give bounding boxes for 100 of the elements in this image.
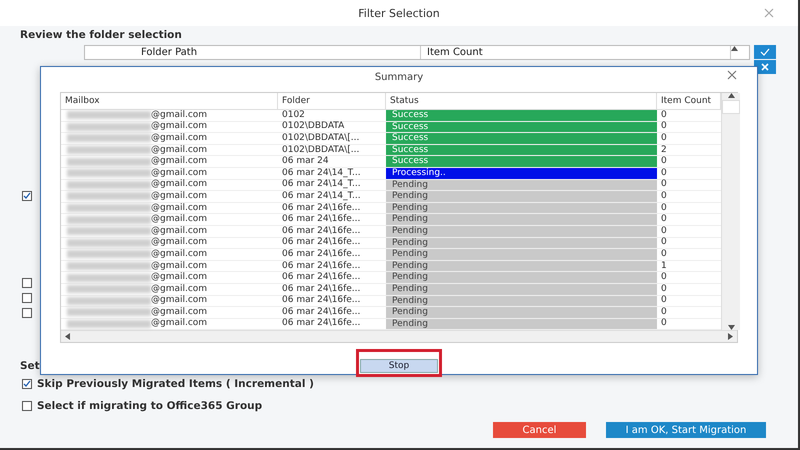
scroll-right-icon[interactable] xyxy=(728,333,733,340)
column-header: Status xyxy=(386,93,657,109)
folder-cell-text: 06 mar 24\16fe... xyxy=(281,296,362,306)
vertical-scrollbar[interactable] xyxy=(721,93,740,330)
status-cell: Pending xyxy=(386,307,657,318)
column-header: Folder xyxy=(278,93,386,109)
folder-cell-text: 06 mar 24\16fe... xyxy=(281,284,362,294)
item-count-cell-text: 0 xyxy=(660,110,668,121)
cancel-button[interactable]: Cancel xyxy=(493,422,586,438)
checkbox[interactable] xyxy=(22,278,32,288)
mailbox-cell: @gmail.com xyxy=(151,168,208,179)
folder-cell-text: 06 mar 24\16fe... xyxy=(281,272,362,283)
checkbox[interactable] xyxy=(22,293,32,303)
item-count-cell-text: 0 xyxy=(660,180,668,190)
dialog-title: Summary xyxy=(374,72,424,83)
folder-cell-text: 06 mar 24\16fe... xyxy=(281,238,362,248)
folder-cell-text: 06 mar 24\16fe... xyxy=(281,226,362,237)
folder-cell-text: 06 mar 24 xyxy=(281,156,330,167)
folder-cell-text: 06 mar 24\16fe... xyxy=(281,214,362,225)
mailbox-cell: @gmail.com xyxy=(151,110,208,121)
check-icon xyxy=(760,48,770,56)
folder-cell-text: 06 mar 24\16fe... xyxy=(281,307,362,318)
section-heading: Review the folder selection xyxy=(20,29,182,41)
settings-heading: Set xyxy=(20,360,40,372)
status-cell: Pending xyxy=(386,214,657,225)
item-count-cell-text: 0 xyxy=(660,318,668,330)
status-cell: Pending xyxy=(386,180,657,190)
status-cell: Pending xyxy=(386,318,657,330)
item-count-cell-text: 0 xyxy=(660,238,668,248)
status-cell: Success xyxy=(386,144,657,156)
item-count-cell-text: 0 xyxy=(660,202,668,214)
mailbox-cell: @gmail.com xyxy=(151,272,208,284)
scroll-up-icon[interactable] xyxy=(731,46,738,51)
close-icon xyxy=(761,63,769,71)
scroll-left-icon[interactable] xyxy=(65,333,70,340)
status-cell: Success xyxy=(386,156,657,167)
folder-cell-text: 06 mar 24\14_T... xyxy=(281,191,362,202)
status-cell: Processing.. xyxy=(386,168,657,179)
checkbox[interactable] xyxy=(22,191,32,201)
status-cell: Pending xyxy=(386,238,657,248)
folder-cell-text: 0102\DBDATA xyxy=(281,122,346,132)
column-header: Mailbox xyxy=(61,93,278,109)
mailbox-cell: @gmail.com xyxy=(151,121,208,132)
mailbox-cell: @gmail.com xyxy=(151,318,208,330)
folder-cell-text: 06 mar 24\14_T... xyxy=(281,180,362,190)
mailbox-cell: @gmail.com xyxy=(151,214,208,226)
status-cell: Pending xyxy=(386,202,657,214)
status-cell: Pending xyxy=(386,260,657,272)
folder-cell-text: 06 mar 24\16fe... xyxy=(281,249,362,260)
folder-cell-text: 0102\DBDATA\[... xyxy=(281,133,360,144)
option-label: Select if migrating to Office365 Group xyxy=(37,400,262,412)
folder-cell-text: 06 mar 24\16fe... xyxy=(281,318,362,330)
folder-cell-text: 0102 xyxy=(281,110,306,121)
status-cell: Pending xyxy=(386,191,657,202)
mailbox-cell: @gmail.com xyxy=(151,144,208,156)
mailbox-cell: @gmail.com xyxy=(151,260,208,272)
status-cell: Success xyxy=(386,110,657,121)
clear-button[interactable] xyxy=(754,60,776,74)
option-label: Skip Previously Migrated Items ( Incremental ) xyxy=(37,378,314,390)
mailbox-cell: @gmail.com xyxy=(151,248,208,260)
item-count-cell-text: 0 xyxy=(660,284,668,294)
folder-cell-text: 06 mar 24\16fe... xyxy=(281,202,362,214)
item-count-cell-text: 0 xyxy=(660,122,668,132)
mailbox-cell: @gmail.com xyxy=(151,306,208,318)
item-count-cell-text: 0 xyxy=(660,156,668,167)
folder-cell-text: 0102\DBDATA\[... xyxy=(281,144,360,156)
mailbox-cell: @gmail.com xyxy=(151,295,208,306)
mailbox-cell: @gmail.com xyxy=(151,237,208,248)
scroll-thumb[interactable] xyxy=(722,100,740,114)
close-icon[interactable] xyxy=(727,70,737,80)
status-cell: Pending xyxy=(386,249,657,260)
mailbox-cell: @gmail.com xyxy=(151,132,208,144)
scroll-up-icon[interactable] xyxy=(728,93,734,98)
start-migration-button[interactable]: I am OK, Start Migration xyxy=(606,422,766,438)
mailbox-cell: @gmail.com xyxy=(151,179,208,190)
folder-cell-text: 06 mar 24\16fe... xyxy=(281,260,362,272)
check-all-button[interactable] xyxy=(754,45,776,59)
folder-cell-text: 06 mar 24\14_T... xyxy=(281,168,362,179)
status-cell: Pending xyxy=(386,226,657,237)
checkbox[interactable] xyxy=(22,401,32,411)
status-cell: Success xyxy=(386,122,657,132)
item-count-cell-text: 0 xyxy=(660,272,668,283)
column-header: Item Count xyxy=(421,46,731,59)
mailbox-cell: @gmail.com xyxy=(151,226,208,237)
mailbox-cell: @gmail.com xyxy=(151,190,208,202)
window-title: Filter Selection xyxy=(358,6,440,20)
stop-button[interactable]: Stop xyxy=(360,359,438,374)
status-cell: Pending xyxy=(386,296,657,306)
item-count-cell-text: 0 xyxy=(660,133,668,144)
status-cell: Success xyxy=(386,133,657,144)
item-count-cell-text: 2 xyxy=(660,144,668,156)
checkbox[interactable] xyxy=(22,379,32,389)
column-header: Folder Path xyxy=(85,46,421,59)
mailbox-cell: @gmail.com xyxy=(151,156,208,168)
item-count-cell-text: 0 xyxy=(660,168,668,179)
checkbox[interactable] xyxy=(22,308,32,318)
item-count-cell-text: 0 xyxy=(660,249,668,260)
horizontal-scrollbar[interactable] xyxy=(61,330,737,342)
status-cell: Pending xyxy=(386,272,657,283)
mailbox-cell: @gmail.com xyxy=(151,284,208,295)
